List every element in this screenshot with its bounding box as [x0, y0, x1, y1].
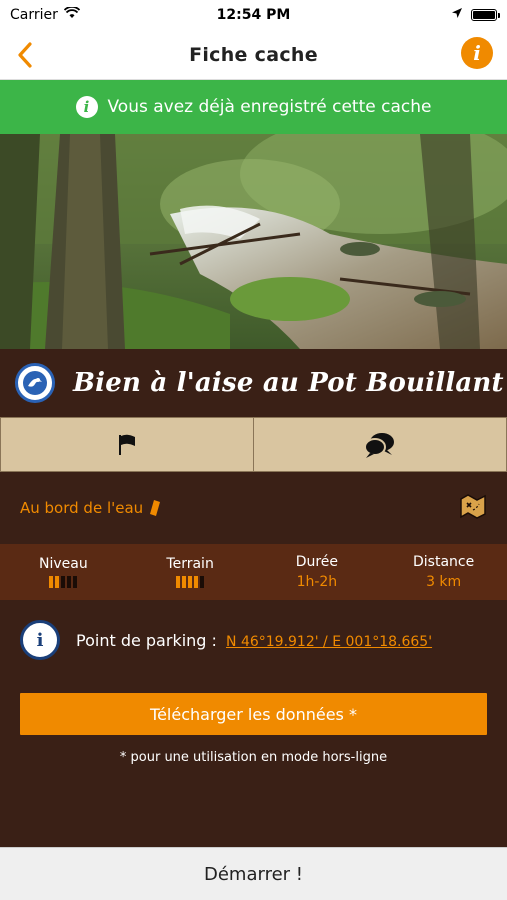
level-bar [188, 576, 193, 588]
stats-bar: Niveau Terrain Durée 1h-2h Distance 3 km [0, 544, 507, 600]
level-bar [49, 576, 54, 588]
level-bar [73, 576, 78, 588]
saved-banner: i Vous avez déjà enregistré cette cache [0, 80, 507, 134]
flag-icon [119, 434, 135, 455]
location-arrow-icon [451, 7, 463, 23]
stat-value: 1h-2h [296, 574, 338, 590]
stat-label: Durée [295, 554, 339, 570]
action-row [0, 417, 507, 472]
cache-title-row: Bien à l'aise au Pot Bouillant [0, 349, 507, 417]
stat-label: Terrain [166, 556, 214, 572]
info-icon: i [75, 96, 98, 118]
chat-bubbles-icon [364, 432, 394, 458]
parking-row: i Point de parking : N 46°19.912' / E 00… [20, 615, 490, 665]
info-button[interactable]: i [461, 37, 493, 69]
stat-label: Niveau [39, 556, 88, 572]
page-title: Fiche cache [189, 43, 318, 66]
download-footnote: * pour une utilisation en mode hors-lign… [119, 750, 388, 765]
treasure-map-icon [460, 494, 486, 519]
cache-photo [0, 134, 507, 349]
stat-niveau: Niveau [0, 544, 127, 600]
status-left: Carrier [10, 6, 81, 23]
parking-coordinates-link[interactable]: N 46°19.912' / E 001°18.665' [226, 634, 432, 650]
level-bar [55, 576, 60, 588]
flag-button[interactable] [0, 417, 254, 472]
map-button[interactable] [459, 493, 487, 523]
battery-icon [471, 9, 500, 21]
navigation-bar: Fiche cache i [0, 30, 507, 80]
stat-duree: Durée 1h-2h [254, 544, 381, 600]
water-tag-icon [150, 500, 161, 516]
stat-terrain: Terrain [127, 544, 254, 600]
category-label: Au bord de l'eau [20, 499, 144, 517]
stat-label: Distance [413, 554, 475, 570]
download-button[interactable]: Télécharger les données * [20, 693, 487, 735]
cache-type-icon [15, 363, 55, 403]
banner-text: Vous avez déjà enregistré cette cache [107, 97, 432, 117]
wifi-icon [63, 6, 81, 23]
status-right [451, 7, 500, 23]
level-bar [200, 576, 205, 588]
back-button[interactable] [8, 38, 42, 72]
start-button[interactable]: Démarrer ! [0, 847, 507, 900]
cache-title: Bien à l'aise au Pot Bouillant [73, 368, 504, 398]
level-bar [194, 576, 199, 588]
level-bar [67, 576, 72, 588]
stat-distance: Distance 3 km [380, 544, 507, 600]
status-bar: Carrier 12:54 PM [0, 0, 507, 30]
terrain-bars [176, 576, 205, 588]
parking-label: Point de parking : [76, 630, 217, 650]
level-bar [176, 576, 181, 588]
difficulty-bars [49, 576, 78, 588]
chevron-left-icon [18, 42, 32, 68]
carrier-label: Carrier [10, 7, 58, 23]
comments-button[interactable] [254, 417, 507, 472]
category-row: Au bord de l'eau [0, 472, 507, 544]
info-badge-icon: i [20, 620, 60, 660]
stat-value: 3 km [426, 574, 462, 590]
level-bar [61, 576, 66, 588]
category: Au bord de l'eau [20, 499, 161, 517]
info-icon: i [473, 41, 481, 65]
level-bar [182, 576, 187, 588]
